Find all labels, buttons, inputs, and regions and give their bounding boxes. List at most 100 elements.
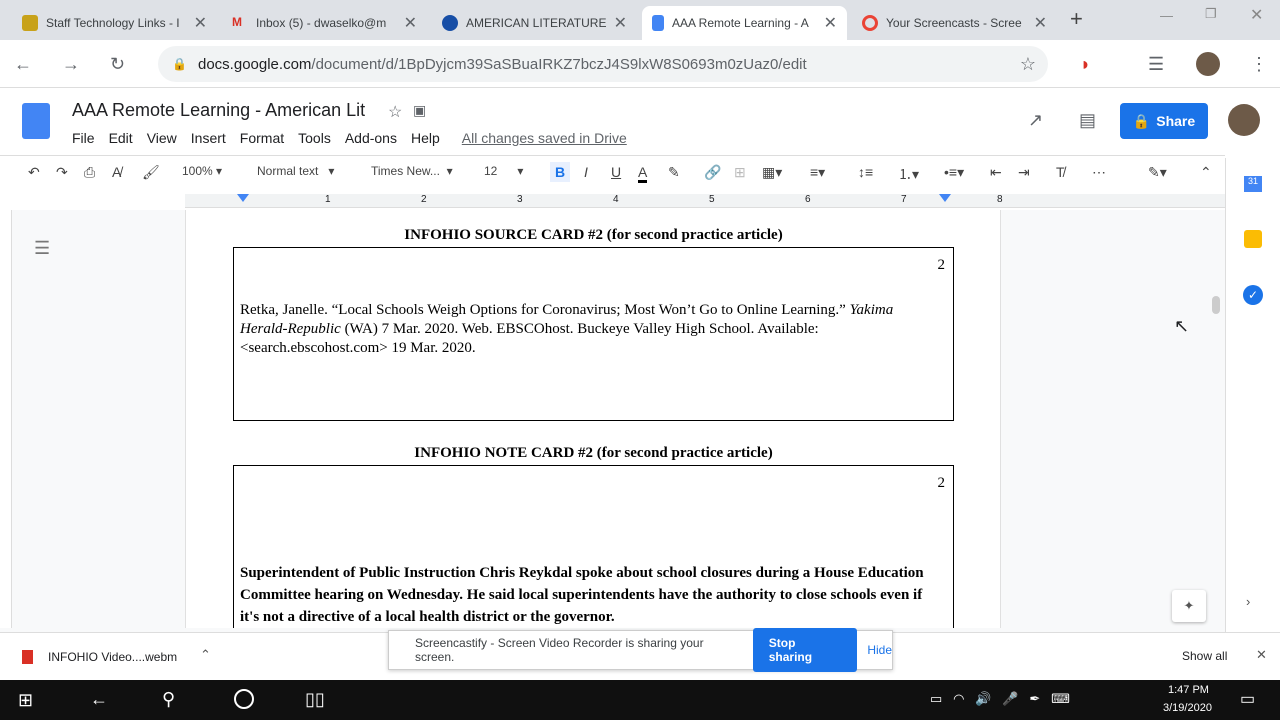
paint-format-icon[interactable]: 🖌 <box>142 164 160 181</box>
bookmark-star-icon[interactable]: ☆ <box>1020 54 1036 75</box>
activity-trend-icon[interactable]: ↗ <box>1028 110 1043 131</box>
windows-start-icon[interactable]: ⊞ <box>18 690 33 711</box>
close-tab-icon[interactable]: ✕ <box>824 13 837 33</box>
comments-icon[interactable]: ▤ <box>1079 110 1096 131</box>
left-indent-marker[interactable] <box>237 194 249 202</box>
tab-title: Staff Technology Links - I <box>46 16 180 30</box>
forward-button[interactable]: → <box>62 54 80 75</box>
clock-time[interactable]: 1:47 PM <box>1168 684 1209 696</box>
increase-indent-icon[interactable]: ⇥ <box>1018 164 1030 181</box>
bold-button[interactable]: B <box>550 162 571 182</box>
menu-tools[interactable]: Tools <box>298 130 331 146</box>
menu-help[interactable]: Help <box>411 130 440 146</box>
tray-icons[interactable]: ▭ ◠ 🔊 🎤 ✒ ⌨ <box>930 691 1070 707</box>
link-icon[interactable]: 🔗 <box>704 164 721 181</box>
tasks-icon[interactable]: ✓ <box>1243 285 1263 305</box>
menu-edit[interactable]: Edit <box>109 130 133 146</box>
style-select[interactable]: Normal text ▾ <box>257 164 334 178</box>
text-color-button[interactable]: A <box>638 164 648 183</box>
tab-remote-learning[interactable]: AAA Remote Learning - A ✕ <box>642 6 847 40</box>
close-tab-icon[interactable]: ✕ <box>1034 13 1047 33</box>
media-control-icon[interactable]: ☰ <box>1148 54 1164 75</box>
close-download-bar-icon[interactable]: ✕ <box>1256 647 1267 663</box>
scrollbar-thumb[interactable] <box>1212 296 1220 314</box>
menu-addons[interactable]: Add-ons <box>345 130 397 146</box>
ruler-tick: 4 <box>613 194 619 205</box>
undo-icon[interactable]: ↶ <box>28 164 40 181</box>
minimize-button[interactable]: — <box>1160 8 1173 23</box>
close-tab-icon[interactable]: ✕ <box>614 13 627 33</box>
more-icon[interactable]: ⋯ <box>1092 164 1106 181</box>
share-button[interactable]: 🔒 Share <box>1120 103 1208 139</box>
account-avatar[interactable] <box>1228 104 1260 136</box>
redo-icon[interactable]: ↷ <box>56 164 68 181</box>
chevron-up-icon[interactable]: ⌃ <box>200 647 211 663</box>
search-icon[interactable]: ⚲ <box>162 689 175 710</box>
menu-view[interactable]: View <box>147 130 177 146</box>
save-status[interactable]: All changes saved in Drive <box>462 130 627 146</box>
back-button[interactable]: ← <box>14 54 32 75</box>
spellcheck-icon[interactable]: A̸ <box>112 164 121 180</box>
document-outline-icon[interactable]: ☰ <box>34 238 50 259</box>
tab-staff-tech[interactable]: Staff Technology Links - I ✕ <box>12 6 217 40</box>
line-spacing-icon[interactable]: ↕≡ <box>858 164 873 180</box>
comment-add-icon[interactable]: ⊞ <box>734 164 746 181</box>
numbered-list-icon[interactable]: ⒈▾ <box>898 164 919 184</box>
menu-insert[interactable]: Insert <box>191 130 226 146</box>
hide-button[interactable]: Hide <box>867 643 892 657</box>
ruler[interactable]: 1 2 3 4 5 6 7 8 <box>185 194 1225 208</box>
url-host: docs.google.com <box>198 55 312 73</box>
note-card[interactable]: 2 Superintendent of Public Instruction C… <box>233 465 954 635</box>
move-folder-icon[interactable]: ▣ <box>413 102 426 119</box>
reload-button[interactable]: ↻ <box>110 54 125 75</box>
notifications-icon[interactable]: ▭ <box>1240 689 1255 709</box>
close-window-button[interactable]: ✕ <box>1250 5 1263 25</box>
restore-button[interactable]: ❐ <box>1205 6 1217 22</box>
align-icon[interactable]: ≡▾ <box>810 164 825 181</box>
italic-button[interactable]: I <box>584 164 588 180</box>
new-tab-button[interactable]: + <box>1070 6 1083 32</box>
menu-file[interactable]: File <box>72 130 95 146</box>
download-item[interactable]: INFOHIO Video....webm <box>48 650 177 664</box>
citation-text: Retka, Janelle. “Local Schools Weigh Opt… <box>240 301 943 358</box>
clear-formatting-icon[interactable]: T̸ <box>1056 164 1065 180</box>
docs-logo-icon[interactable] <box>22 103 50 139</box>
print-icon[interactable]: ⎙ <box>84 164 95 181</box>
document-title[interactable]: AAA Remote Learning - American Lit <box>72 100 365 121</box>
profile-avatar[interactable] <box>1196 52 1220 76</box>
clock-date[interactable]: 3/19/2020 <box>1163 702 1212 714</box>
tab-screencasts[interactable]: Your Screencasts - Scree ✕ <box>852 6 1057 40</box>
url-input[interactable]: 🔒 docs.google.com/document/d/1BpDyjcm39Sa… <box>158 46 1048 82</box>
right-indent-marker[interactable] <box>939 194 951 202</box>
bulleted-list-icon[interactable]: •≡▾ <box>944 164 964 181</box>
keep-icon[interactable] <box>1244 230 1262 248</box>
insert-image-icon[interactable]: ▦▾ <box>762 164 782 181</box>
cortana-icon[interactable] <box>234 689 254 709</box>
font-select[interactable]: Times New... ▾ <box>371 164 453 178</box>
menu-format[interactable]: Format <box>240 130 284 146</box>
ruler-tick: 6 <box>805 194 811 205</box>
chrome-menu-icon[interactable]: ⋮ <box>1250 54 1268 75</box>
highlight-icon[interactable]: ✎ <box>668 164 680 181</box>
close-tab-icon[interactable]: ✕ <box>194 13 207 33</box>
font-size-select[interactable]: 12 ▾ <box>484 164 523 178</box>
decrease-indent-icon[interactable]: ⇤ <box>990 164 1002 181</box>
task-view-icon[interactable]: ▯▯ <box>305 689 325 710</box>
underline-button[interactable]: U <box>611 164 621 180</box>
stop-sharing-button[interactable]: Stop sharing <box>752 628 858 672</box>
star-icon[interactable]: ☆ <box>388 102 402 122</box>
screencastify-extension-icon[interactable]: ◗ <box>1080 54 1091 75</box>
tab-american-lit[interactable]: AMERICAN LITERATURE ✕ <box>432 6 637 40</box>
explore-button[interactable]: ✦ <box>1172 590 1206 622</box>
collapse-menu-icon[interactable]: ⌃ <box>1200 164 1212 181</box>
zoom-select[interactable]: 100% ▾ <box>182 164 222 178</box>
source-card[interactable]: 2 Retka, Janelle. “Local Schools Weigh O… <box>233 247 954 421</box>
expand-panel-icon[interactable]: › <box>1246 594 1250 609</box>
show-all-button[interactable]: Show all <box>1182 649 1227 663</box>
editing-mode-icon[interactable]: ✎▾ <box>1148 164 1167 181</box>
tab-inbox[interactable]: M Inbox (5) - dwaselko@m ✕ <box>222 6 427 40</box>
back-icon[interactable]: ← <box>90 689 108 710</box>
menu-bar: File Edit View Insert Format Tools Add-o… <box>72 130 627 146</box>
calendar-icon[interactable]: 31 <box>1244 176 1262 192</box>
close-tab-icon[interactable]: ✕ <box>404 13 417 33</box>
